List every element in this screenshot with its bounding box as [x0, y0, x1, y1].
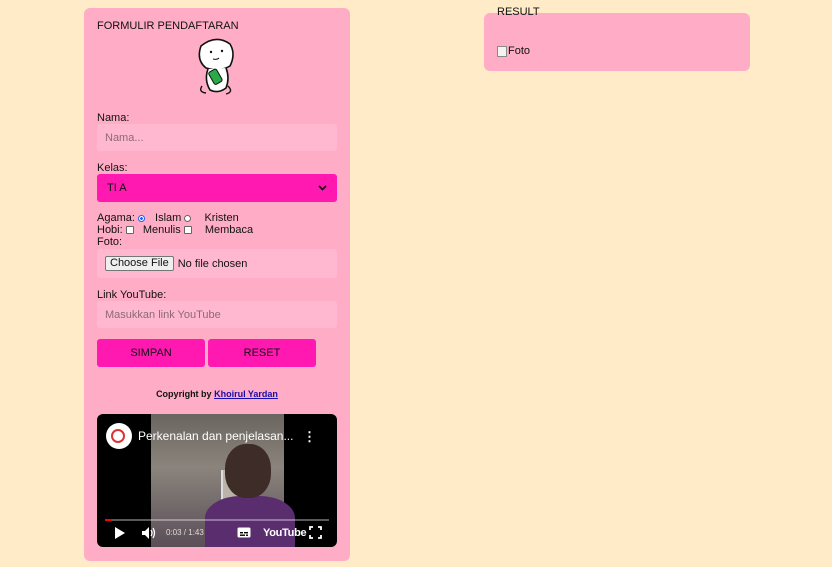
video-progress-fill — [105, 519, 112, 521]
foto-label: Foto: — [97, 236, 123, 248]
file-status: No file chosen — [177, 257, 248, 270]
channel-avatar[interactable] — [106, 423, 132, 449]
kelas-select[interactable]: TI A — [97, 174, 337, 202]
fullscreen-icon[interactable] — [309, 526, 322, 539]
radio-islam[interactable] — [137, 215, 145, 222]
mascot-sticker — [198, 38, 234, 95]
nama-input[interactable]: Nama... — [97, 124, 337, 151]
video-progress-bar[interactable] — [105, 519, 329, 521]
youtube-input[interactable]: Masukkan link YouTube — [97, 301, 337, 328]
author-link[interactable]: Khoirul Yardan — [214, 389, 278, 399]
youtube-logo[interactable]: YouTube — [263, 527, 307, 539]
checkbox-menulis[interactable] — [125, 226, 134, 234]
youtube-embed[interactable]: Perkenalan dan penjelasan... ⋮ 0:03 / 1:… — [97, 414, 337, 547]
choose-file-button[interactable]: Choose File — [105, 256, 174, 271]
broken-image-icon — [497, 45, 507, 57]
result-panel: RESULT Foto — [484, 6, 750, 71]
agama-label: Agama: — [97, 212, 135, 224]
reset-button[interactable]: RESET — [208, 339, 316, 367]
checkbox-membaca[interactable] — [183, 226, 192, 234]
youtube-label: Link YouTube: — [97, 289, 167, 301]
video-person-head — [225, 444, 271, 498]
checkbox-membaca-label: Membaca — [204, 224, 254, 236]
nama-placeholder: Nama... — [105, 131, 144, 144]
copyright: Copyright by Khoirul Yardan — [84, 389, 350, 399]
chevron-down-icon — [318, 185, 327, 191]
simpan-button[interactable]: SIMPAN — [97, 339, 205, 367]
video-time: 0:03 / 1:43 — [166, 528, 204, 537]
more-options-icon[interactable]: ⋮ — [303, 429, 316, 445]
play-icon[interactable] — [114, 526, 126, 540]
hobi-row: Hobi: Menulis Membaca — [97, 224, 253, 236]
result-title: RESULT — [497, 6, 540, 18]
registration-form: FORMULIR PENDAFTARAN Nama: Nama... Kelas… — [84, 8, 350, 561]
radio-kristen-label: Kristen — [204, 212, 239, 224]
kelas-label: Kelas: — [97, 162, 128, 174]
video-title[interactable]: Perkenalan dan penjelasan... — [138, 429, 293, 443]
nama-label: Nama: — [97, 112, 130, 124]
form-title: FORMULIR PENDAFTARAN — [97, 20, 239, 32]
result-photo-alt: Foto — [508, 45, 531, 57]
kelas-selected-value: TI A — [107, 182, 127, 194]
video-person-body — [205, 496, 295, 547]
copyright-prefix: Copyright by — [156, 389, 212, 399]
volume-icon[interactable] — [141, 526, 157, 540]
result-photo: Foto — [497, 45, 530, 57]
radio-kristen[interactable] — [184, 215, 192, 222]
captions-icon[interactable] — [237, 527, 251, 538]
hobi-label: Hobi: — [97, 224, 123, 236]
radio-islam-label: Islam — [155, 212, 182, 224]
foto-file-input: Choose File No file chosen — [97, 249, 337, 278]
checkbox-menulis-label: Menulis — [142, 224, 181, 236]
youtube-placeholder: Masukkan link YouTube — [105, 308, 221, 321]
agama-row: Agama: Islam Kristen — [97, 212, 239, 224]
